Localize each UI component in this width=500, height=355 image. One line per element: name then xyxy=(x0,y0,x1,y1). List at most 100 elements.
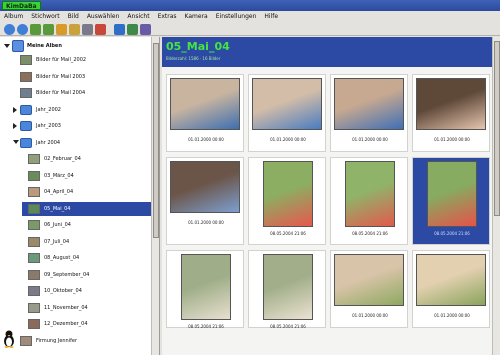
photo-thumbnail[interactable]: 01.01.2000 00:00 xyxy=(330,74,408,152)
photo-thumbnail[interactable]: 01.01.2000 00:00 xyxy=(412,74,490,152)
folder-icon xyxy=(20,121,32,131)
photo-caption: 01.01.2000 00:00 xyxy=(352,313,388,318)
photo-caption: 08.05.2004 21:06 xyxy=(270,231,306,236)
album-thumbnail-icon xyxy=(28,236,40,247)
forward-icon[interactable] xyxy=(43,24,54,35)
album-thumbnail-icon xyxy=(20,55,32,65)
photo-image xyxy=(252,78,322,130)
tree-item[interactable]: Bilder für Mail_2002 xyxy=(0,53,151,67)
photo-thumbnail[interactable]: 01.01.2000 00:00 xyxy=(412,250,490,328)
tree-item-label: 03_März_04 xyxy=(44,172,74,179)
menu-bild[interactable]: Bild xyxy=(64,11,83,22)
album-thumbnail-icon xyxy=(20,335,32,346)
menu-kamera[interactable]: Kamera xyxy=(181,11,212,22)
menu-extras[interactable]: Extras xyxy=(154,11,181,22)
tree-item-label: Firmung Jennifer xyxy=(36,337,78,344)
menu-stichwort[interactable]: Stichwort xyxy=(27,11,63,22)
tree-item[interactable]: Bilder für Mail 2004 xyxy=(0,86,151,100)
tree-root-label: Meine Alben xyxy=(27,43,62,49)
photo-thumbnail[interactable]: 01.01.2000 00:00 xyxy=(166,157,244,245)
folder-icon[interactable] xyxy=(69,24,80,35)
album-thumbnail-icon xyxy=(20,71,32,82)
menu-bar: Album Stichwort Bild Auswählen Ansicht Extras… xyxy=(0,11,500,22)
menu-auswaehlen[interactable]: Auswählen xyxy=(83,11,124,22)
photo-image xyxy=(427,161,477,227)
menu-ansicht[interactable]: Ansicht xyxy=(123,11,153,22)
albums-icon xyxy=(12,40,24,52)
photo-thumbnail[interactable]: 08.05.2004 21:06 xyxy=(412,157,490,245)
slideshow-icon[interactable] xyxy=(127,24,138,35)
photo-thumbnail[interactable]: 01.01.2000 00:00 xyxy=(166,74,244,152)
album-banner: 05_Mai_04 Bilderzahl: 1586 · 16 Bilder xyxy=(162,37,492,67)
menu-hilfe[interactable]: Hilfe xyxy=(260,11,282,22)
photo-thumbnail[interactable]: 01.01.2000 00:00 xyxy=(330,250,408,328)
tree-item[interactable]: Firmung Jennifer xyxy=(0,334,151,348)
tree-item[interactable]: 12_Dezember_04 xyxy=(0,317,151,331)
tree-item-label: 04_April_04 xyxy=(44,189,74,195)
expand-arrow-icon[interactable] xyxy=(13,123,17,129)
photo-image xyxy=(263,161,313,227)
tree-item[interactable]: 08_August_04 xyxy=(0,251,151,265)
tree-item[interactable]: 11_November_04 xyxy=(0,301,151,315)
tree-item-label: 05_Mai_04 xyxy=(44,205,71,212)
expand-arrow-icon[interactable] xyxy=(4,44,10,48)
back-icon[interactable] xyxy=(30,24,41,35)
tree-item[interactable]: Jahr_2003 xyxy=(0,119,151,133)
thumbnail-scroll-thumb[interactable] xyxy=(494,41,500,216)
album-thumbnail-icon xyxy=(28,203,40,214)
album-title: 05_Mai_04 xyxy=(166,40,230,53)
menu-album[interactable]: Album xyxy=(0,11,27,22)
album-thumbnail-icon xyxy=(28,302,40,313)
album-thumbnail-icon xyxy=(28,286,40,296)
tree-item-label: Jahr_2003 xyxy=(36,123,61,129)
photo-caption: 08.05.2004 21:06 xyxy=(270,324,306,329)
tree-item[interactable]: Jahr 2004 xyxy=(0,136,151,150)
tree-item[interactable]: Bilder für Mail 2003 xyxy=(0,70,151,84)
tree-item[interactable]: Jahr_2002 xyxy=(0,103,151,117)
thumbnail-view: 05_Mai_04 Bilderzahl: 1586 · 16 Bilder 0… xyxy=(162,37,492,355)
sidebar-scroll-thumb[interactable] xyxy=(153,43,159,238)
tree-item-label: Bilder für Mail 2003 xyxy=(36,73,86,80)
tree-item[interactable]: 09_September_04 xyxy=(0,268,151,282)
zoom-in-icon[interactable] xyxy=(4,24,15,35)
photo-image xyxy=(181,254,231,320)
edit-icon[interactable] xyxy=(95,24,106,35)
photo-thumbnail[interactable]: 08.05.2004 21:06 xyxy=(248,157,326,245)
album-thumbnail-icon xyxy=(28,220,40,230)
photo-thumbnail[interactable]: 08.05.2004 21:06 xyxy=(166,250,244,329)
album-thumbnail-icon xyxy=(28,154,40,164)
photo-image xyxy=(170,78,240,130)
tree-item[interactable]: 02_Februar_04 xyxy=(0,152,151,166)
tree-item[interactable]: 07_Juli_04 xyxy=(0,235,151,249)
tree-item[interactable]: 03_März_04 xyxy=(0,169,151,183)
tree-item[interactable]: 05_Mai_04 xyxy=(22,201,151,216)
window-title: KimDaBa xyxy=(2,1,41,10)
photo-image xyxy=(416,78,486,130)
tree-item[interactable]: 06_Juni_04 xyxy=(0,218,151,232)
zoom-out-icon[interactable] xyxy=(17,24,28,35)
photo-image xyxy=(263,254,313,320)
sidebar-scrollbar[interactable] xyxy=(151,37,159,355)
menu-einstellungen[interactable]: Einstellungen xyxy=(212,11,261,22)
view-icon[interactable] xyxy=(140,24,151,35)
home-icon[interactable] xyxy=(56,24,67,35)
thumbnail-scrollbar[interactable] xyxy=(492,37,500,355)
tree-item[interactable]: 04_April_04 xyxy=(0,185,151,199)
tree-root[interactable]: Meine Alben xyxy=(0,39,151,53)
toolbar xyxy=(0,22,500,36)
search-icon[interactable] xyxy=(114,24,125,35)
save-icon[interactable] xyxy=(82,24,93,35)
photo-caption: 01.01.2000 00:00 xyxy=(188,220,224,225)
tree-item-label: 02_Februar_04 xyxy=(44,156,81,162)
photo-thumbnail[interactable]: 01.01.2000 00:00 xyxy=(248,74,326,152)
photo-thumbnail[interactable]: 08.05.2004 21:06 xyxy=(330,157,408,245)
photo-image xyxy=(334,254,404,306)
title-bar[interactable]: KimDaBa xyxy=(0,0,500,11)
album-thumbnail-icon xyxy=(28,319,40,329)
tree-item-label: 11_November_04 xyxy=(44,304,88,311)
photo-thumbnail[interactable]: 08.05.2004 21:06 xyxy=(248,250,326,329)
tree-item[interactable]: 10_Oktober_04 xyxy=(0,284,151,298)
expand-arrow-icon[interactable] xyxy=(13,106,17,113)
photo-caption: 08.05.2004 21:06 xyxy=(188,324,224,329)
collapse-arrow-icon[interactable] xyxy=(13,139,19,144)
